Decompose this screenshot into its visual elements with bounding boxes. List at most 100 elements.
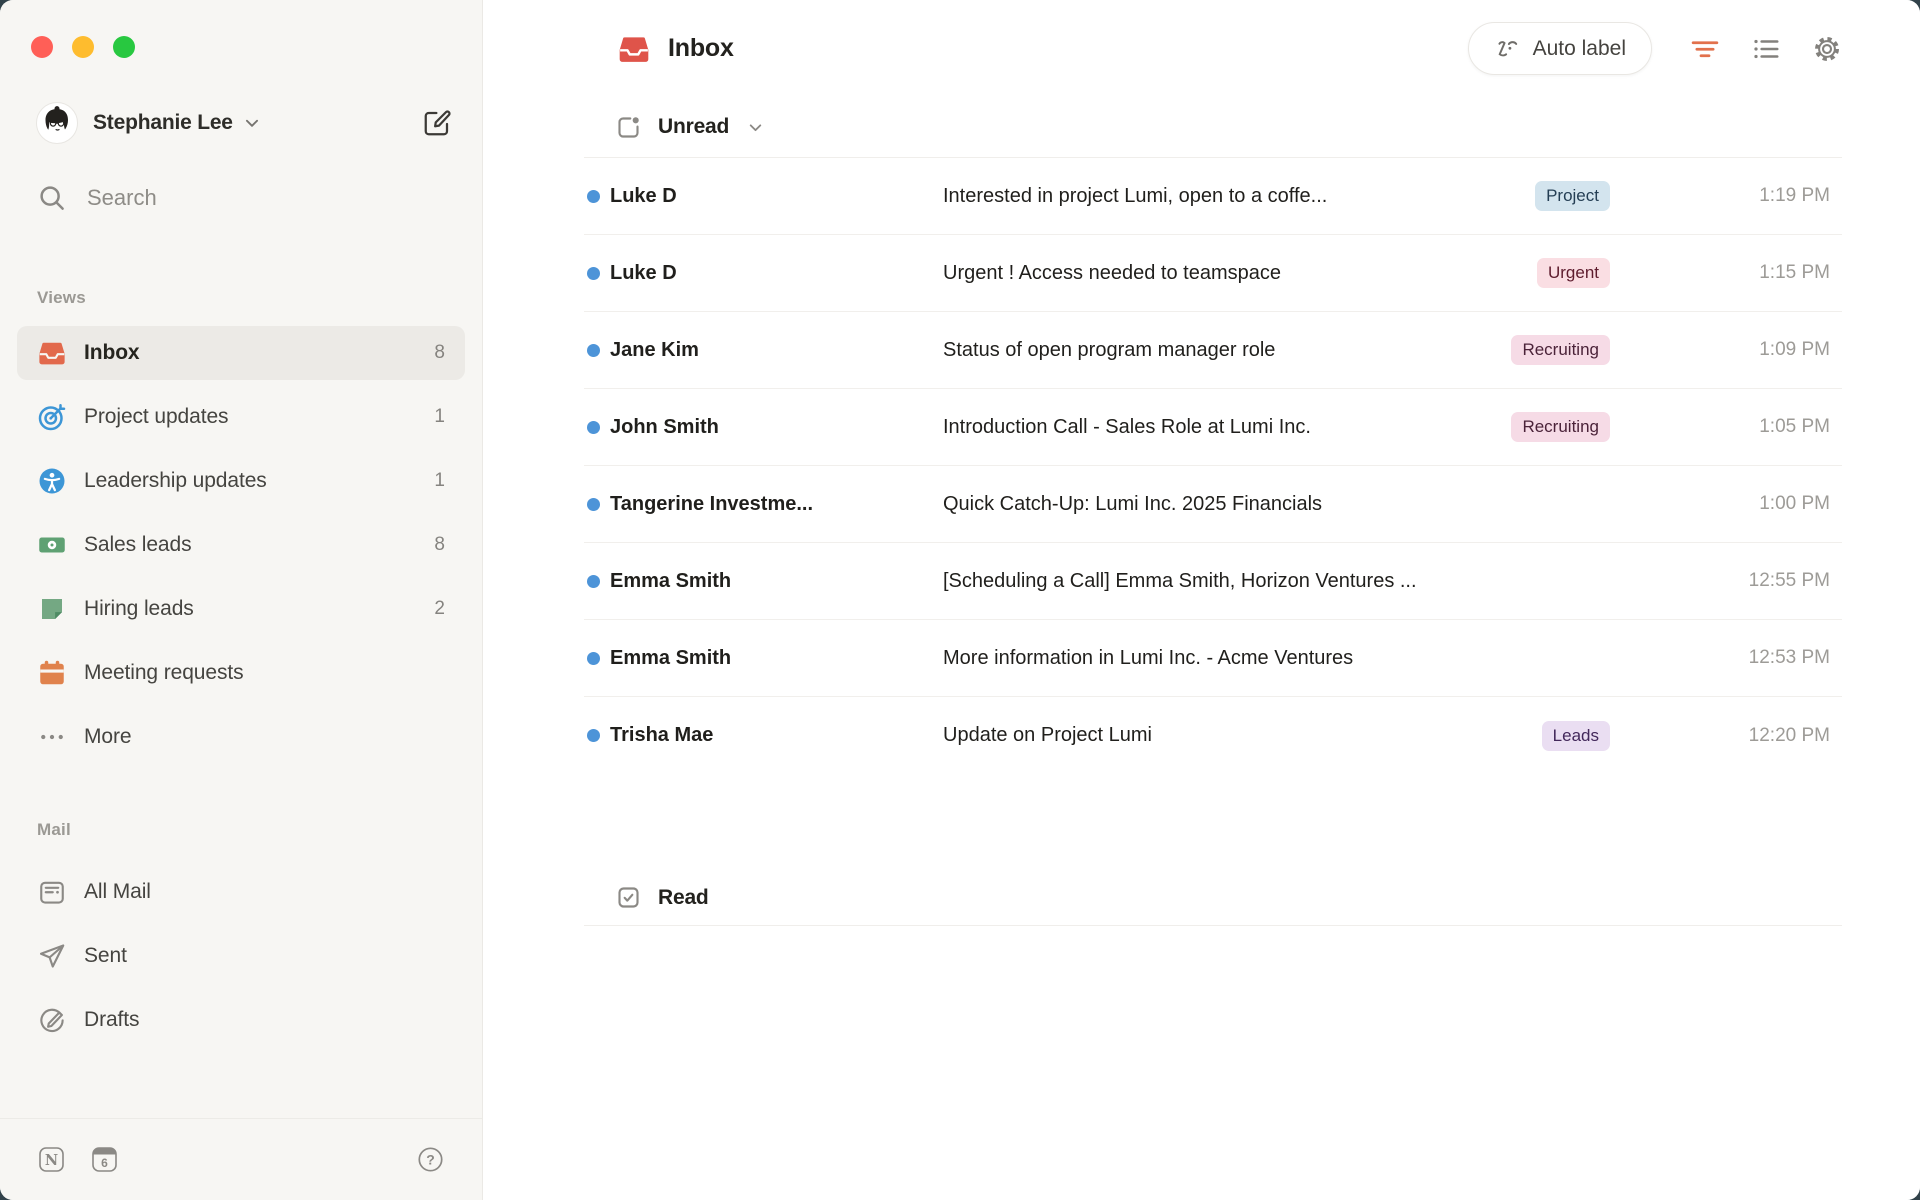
email-sender: Luke D <box>610 185 943 208</box>
sidebar-item-label: Inbox <box>84 341 140 365</box>
email-time: 1:00 PM <box>1700 493 1830 515</box>
search-icon <box>37 183 67 213</box>
gear-icon[interactable] <box>1812 34 1842 64</box>
email-row[interactable]: Trisha Mae Update on Project Lumi Leads … <box>584 697 1842 774</box>
sidebar-item-hiring-leads[interactable]: Hiring leads 2 <box>17 582 465 636</box>
email-row[interactable]: Emma Smith More information in Lumi Inc.… <box>584 620 1842 697</box>
window-close-button[interactable] <box>31 36 53 58</box>
svg-text:N: N <box>45 1152 58 1169</box>
unread-dot-icon <box>587 267 600 280</box>
read-section-header[interactable]: Read <box>584 870 1842 926</box>
unread-dot-icon <box>587 575 600 588</box>
user-name: Stephanie Lee <box>93 111 233 135</box>
sidebar-item-more[interactable]: More <box>17 710 465 764</box>
email-subject: More information in Lumi Inc. - Acme Ven… <box>943 647 1610 670</box>
email-subject: Urgent ! Access needed to teamspace <box>943 262 1537 285</box>
email-subject: [Scheduling a Call] Emma Smith, Horizon … <box>943 570 1610 593</box>
sidebar-item-label: Drafts <box>84 1008 139 1032</box>
send-icon <box>37 941 67 971</box>
page-title-group: Inbox <box>617 32 734 66</box>
main-panel: Inbox Auto label <box>483 0 1920 1200</box>
inbox-icon <box>37 338 67 368</box>
filter-icon[interactable] <box>1690 34 1720 64</box>
sidebar-item-count: 8 <box>434 534 445 556</box>
chevron-down-icon <box>747 119 764 136</box>
email-sender: Trisha Mae <box>610 724 943 747</box>
unread-dot-icon <box>587 190 600 203</box>
email-sender: Tangerine Investme... <box>610 493 943 516</box>
unread-dot-icon <box>587 344 600 357</box>
email-sender: John Smith <box>610 416 943 439</box>
sidebar-item-drafts[interactable]: Drafts <box>17 993 465 1047</box>
unread-dot-icon <box>587 652 600 665</box>
cash-icon <box>37 530 67 560</box>
email-sender: Emma Smith <box>610 570 943 593</box>
window-minimize-button[interactable] <box>72 36 94 58</box>
sidebar-item-label: Hiring leads <box>84 597 194 621</box>
notion-logo-icon[interactable]: N <box>38 1146 65 1173</box>
sidebar-item-label: More <box>84 725 131 749</box>
email-time: 1:09 PM <box>1700 339 1830 361</box>
unread-section-header[interactable]: Unread <box>584 97 1842 158</box>
sidebar-item-label: Sent <box>84 944 127 968</box>
compose-button[interactable] <box>422 108 452 138</box>
email-list: Luke D Interested in project Lumi, open … <box>584 158 1842 774</box>
sidebar-item-count: 8 <box>434 342 445 364</box>
sidebar-item-label: Meeting requests <box>84 661 244 685</box>
inbox-icon <box>617 32 651 66</box>
email-row[interactable]: Tangerine Investme... Quick Catch-Up: Lu… <box>584 466 1842 543</box>
email-time: 1:19 PM <box>1700 185 1830 207</box>
unread-dot-icon <box>587 729 600 742</box>
views-section-label: Views <box>37 288 482 308</box>
email-row[interactable]: Luke D Urgent ! Access needed to teamspa… <box>584 235 1842 312</box>
sidebar-item-count: 1 <box>434 470 445 492</box>
calendar-icon <box>37 658 67 688</box>
email-tag: Leads <box>1542 721 1610 751</box>
account-switcher[interactable]: Stephanie Lee <box>36 102 452 144</box>
unread-dot-icon <box>587 498 600 511</box>
mail-nav: All Mail Sent Drafts <box>17 865 465 1047</box>
auto-label-label: Auto label <box>1533 37 1626 61</box>
sidebar-item-label: Leadership updates <box>84 469 267 493</box>
sidebar-item-sales-leads[interactable]: Sales leads 8 <box>17 518 465 572</box>
sidebar-item-sent[interactable]: Sent <box>17 929 465 983</box>
sidebar-item-meeting-requests[interactable]: Meeting requests <box>17 646 465 700</box>
read-checkbox-icon <box>615 884 642 911</box>
sidebar-item-label: Project updates <box>84 405 228 429</box>
email-tag: Recruiting <box>1511 412 1610 442</box>
help-icon[interactable]: ? <box>417 1146 444 1173</box>
person-icon <box>37 466 67 496</box>
email-row[interactable]: Jane Kim Status of open program manager … <box>584 312 1842 389</box>
sidebar-item-project-updates[interactable]: Project updates 1 <box>17 390 465 444</box>
svg-text:6: 6 <box>101 1156 108 1170</box>
email-row[interactable]: Emma Smith [Scheduling a Call] Emma Smit… <box>584 543 1842 620</box>
unread-label: Unread <box>658 115 729 139</box>
draft-icon <box>37 1005 67 1035</box>
unread-icon <box>615 114 642 141</box>
views-nav: Inbox 8 Project updates 1 <box>17 326 465 764</box>
sidebar-footer: N 6 ? <box>0 1118 482 1200</box>
email-subject: Update on Project Lumi <box>943 724 1542 747</box>
main-header: Inbox Auto label <box>584 0 1842 97</box>
ellipsis-icon <box>37 722 67 752</box>
chevron-down-icon <box>243 114 261 132</box>
sidebar-item-count: 1 <box>434 406 445 428</box>
list-view-icon[interactable] <box>1751 34 1781 64</box>
window-controls <box>0 0 482 58</box>
email-time: 1:15 PM <box>1700 262 1830 284</box>
email-time: 12:20 PM <box>1700 725 1830 747</box>
calendar-app-icon[interactable]: 6 <box>91 1146 118 1173</box>
search-input[interactable]: Search <box>37 178 482 218</box>
sidebar-item-inbox[interactable]: Inbox 8 <box>17 326 465 380</box>
email-sender: Jane Kim <box>610 339 943 362</box>
auto-label-button[interactable]: Auto label <box>1468 22 1652 75</box>
sidebar-item-all-mail[interactable]: All Mail <box>17 865 465 919</box>
window-zoom-button[interactable] <box>113 36 135 58</box>
email-row[interactable]: Luke D Interested in project Lumi, open … <box>584 158 1842 235</box>
email-row[interactable]: John Smith Introduction Call - Sales Rol… <box>584 389 1842 466</box>
app-window: Stephanie Lee Search Views <box>0 0 1920 1200</box>
email-subject: Status of open program manager role <box>943 339 1511 362</box>
note-icon <box>37 594 67 624</box>
email-tag: Project <box>1535 181 1610 211</box>
sidebar-item-leadership-updates[interactable]: Leadership updates 1 <box>17 454 465 508</box>
